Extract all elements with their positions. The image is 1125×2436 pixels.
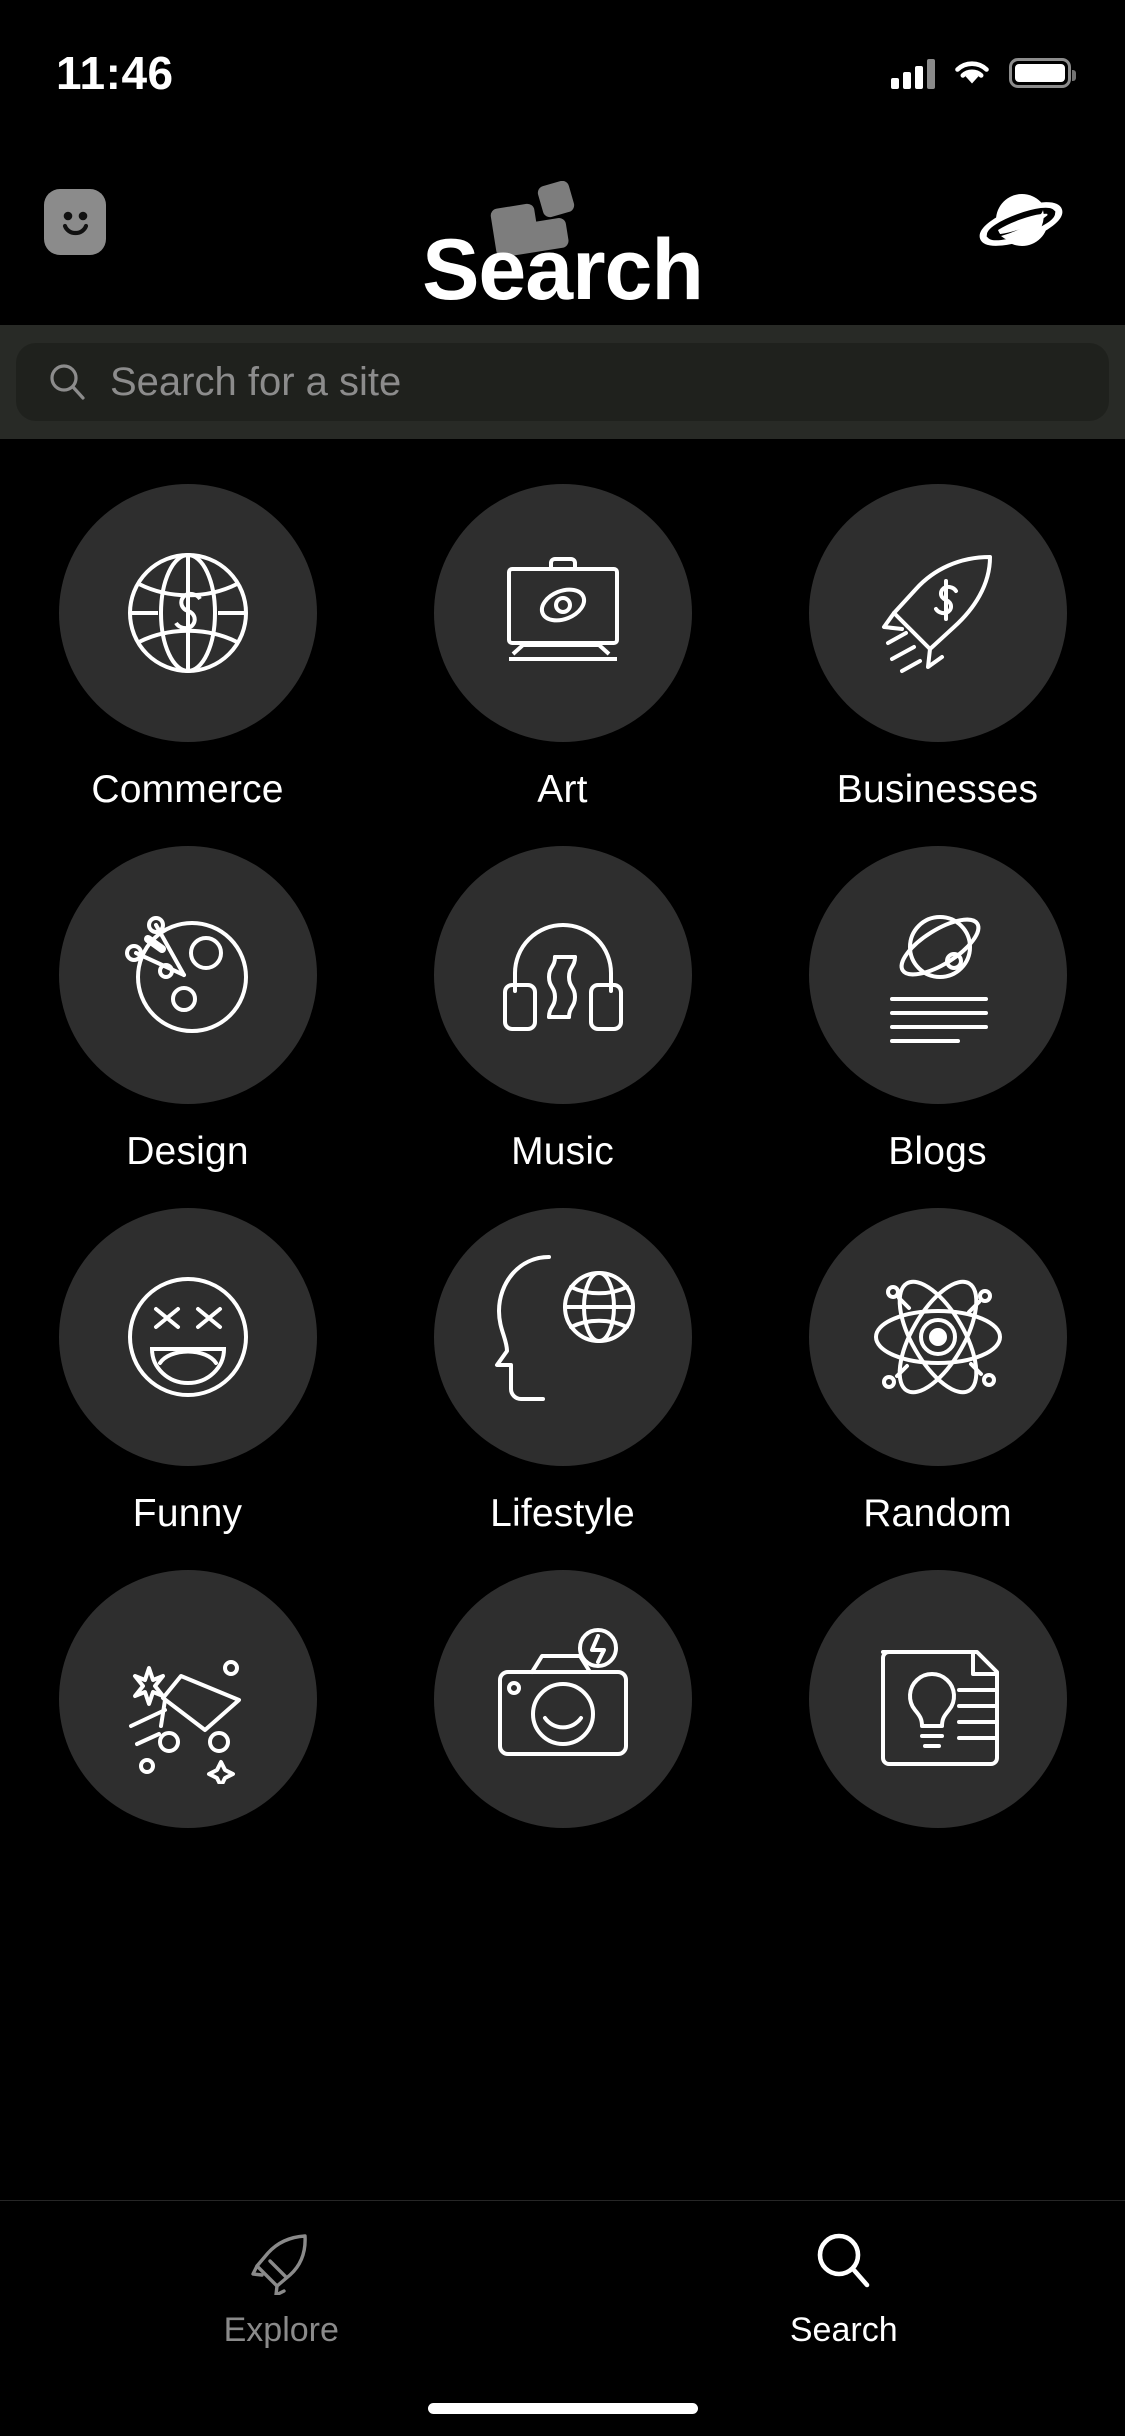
wifi-icon	[955, 61, 989, 84]
laughing-face-icon	[127, 1277, 248, 1397]
category-item-commerce[interactable]: Commerce	[0, 450, 375, 812]
category-icon-circle	[808, 846, 1067, 1104]
globe-dollar-icon	[127, 553, 248, 673]
category-grid: Commerce Art Businesses Design Music Blo…	[0, 450, 1125, 1854]
category-icon-circle	[808, 1208, 1067, 1466]
app-screen: 11:46 Search Search for a site Commerce …	[0, 0, 1125, 2436]
category-icon-circle	[58, 846, 317, 1104]
category-icon-circle	[58, 1570, 317, 1828]
category-label: Random	[863, 1492, 1012, 1535]
page-title: Search	[422, 222, 704, 318]
lightbulb-document-icon	[880, 1650, 999, 1766]
tab-search[interactable]: Search	[563, 2229, 1125, 2350]
canvas-easel-icon	[506, 557, 619, 661]
category-label: Blogs	[888, 1130, 987, 1173]
status-time: 11:46	[56, 47, 174, 99]
category-label: Businesses	[836, 768, 1039, 811]
category-item-shooting-cart[interactable]	[0, 1536, 375, 1854]
rocket-icon	[251, 2234, 308, 2295]
battery-icon	[1009, 58, 1076, 88]
category-label: Commerce	[91, 768, 284, 811]
category-label: Funny	[132, 1492, 243, 1535]
rocket-dollar-icon	[881, 555, 992, 673]
category-item-businesses[interactable]: Businesses	[750, 450, 1125, 812]
category-item-music[interactable]: Music	[375, 812, 750, 1174]
camera-icon	[497, 1628, 628, 1756]
tab-label: Explore	[223, 2311, 339, 2349]
search-placeholder: Search for a site	[110, 359, 402, 404]
tab-label: Search	[789, 2311, 898, 2349]
category-item-random[interactable]: Random	[750, 1174, 1125, 1536]
category-icon-circle	[433, 1570, 692, 1828]
bottom-tab-bar: Explore Search	[0, 2200, 1125, 2436]
category-label: Design	[126, 1130, 249, 1173]
category-icon-circle	[808, 1570, 1067, 1828]
category-icon-circle	[58, 1208, 317, 1466]
status-bar: 11:46	[0, 0, 1125, 132]
category-icon-circle	[58, 484, 317, 742]
category-label: Lifestyle	[490, 1492, 635, 1535]
category-item-lightbulb-document[interactable]	[750, 1536, 1125, 1854]
category-icon-circle	[433, 846, 692, 1104]
search-bar-container: Search for a site	[0, 325, 1125, 439]
category-icon-circle	[808, 484, 1067, 742]
head-globe-icon	[494, 1255, 635, 1401]
category-label: Art	[537, 768, 588, 811]
category-item-art[interactable]: Art	[375, 450, 750, 812]
category-item-camera[interactable]	[375, 1536, 750, 1854]
home-indicator	[427, 2403, 698, 2414]
category-item-design[interactable]: Design	[0, 812, 375, 1174]
atom-lines-icon	[889, 915, 988, 1043]
search-input[interactable]: Search for a site	[16, 343, 1109, 421]
category-item-lifestyle[interactable]: Lifestyle	[375, 1174, 750, 1536]
shooting-cart-icon	[128, 1660, 241, 1784]
search-icon	[817, 2233, 870, 2288]
category-icon-circle	[433, 484, 692, 742]
headphones-icon	[502, 923, 623, 1031]
planet-compass-icon	[124, 916, 248, 1033]
search-icon	[50, 364, 85, 400]
category-icon-circle	[433, 1208, 692, 1466]
category-label: Music	[511, 1130, 614, 1173]
cellular-signal-icon	[891, 57, 935, 89]
tab-explore[interactable]: Explore	[0, 2229, 563, 2350]
atom-icon	[873, 1279, 1002, 1395]
status-indicators	[891, 57, 1076, 89]
category-item-funny[interactable]: Funny	[0, 1174, 375, 1536]
category-item-blogs[interactable]: Blogs	[750, 812, 1125, 1174]
